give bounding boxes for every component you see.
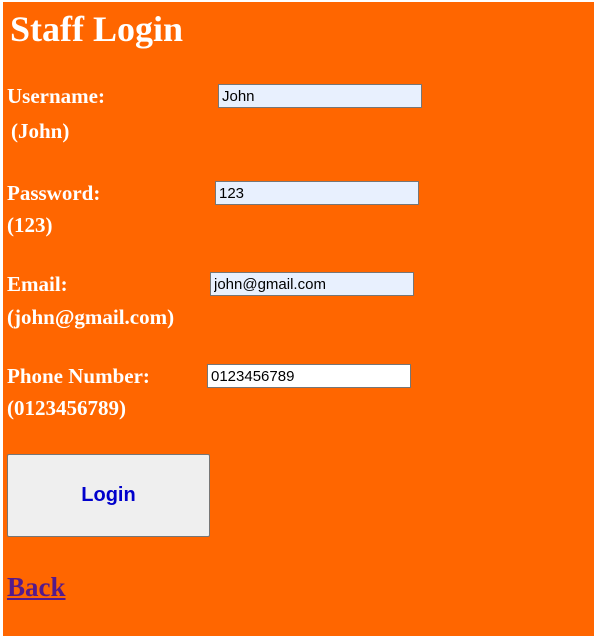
- email-hint: (john@gmail.com): [7, 305, 175, 329]
- password-hint: (123): [7, 213, 53, 237]
- email-input[interactable]: [210, 272, 414, 296]
- username-label: Username:: [7, 84, 105, 108]
- password-label: Password:: [7, 181, 101, 205]
- phone-hint: (0123456789): [7, 396, 126, 420]
- username-input[interactable]: [218, 84, 422, 108]
- email-label: Email:: [7, 272, 68, 296]
- login-button[interactable]: Login: [7, 454, 210, 537]
- password-input[interactable]: [215, 181, 419, 205]
- username-hint: (John): [11, 119, 70, 143]
- login-panel: Staff Login Username: (John) Password: (…: [3, 2, 594, 636]
- back-link[interactable]: Back: [7, 572, 66, 603]
- phone-label: Phone Number:: [7, 364, 150, 388]
- page-title: Staff Login: [10, 9, 184, 49]
- phone-input[interactable]: [207, 364, 411, 388]
